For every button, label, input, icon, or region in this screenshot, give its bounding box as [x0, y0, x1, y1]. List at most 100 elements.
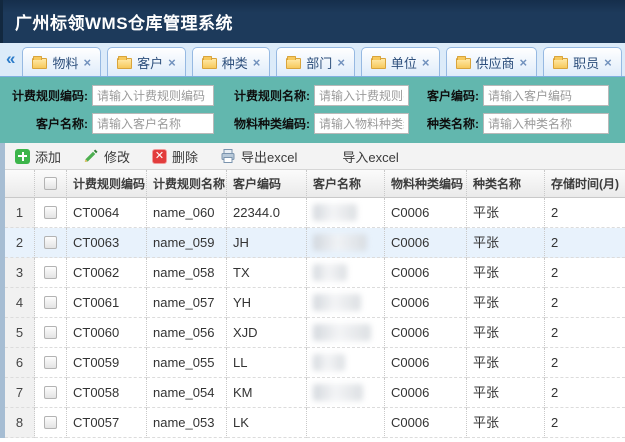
cell-billing-rule-name: name_055: [147, 348, 227, 378]
header-row-number: [5, 170, 35, 198]
cell-customer-name-redacted: [307, 198, 385, 228]
table-row[interactable]: 3 CT0062 name_058 TX C0006 平张 2: [5, 258, 625, 288]
cell-material-category-code: C0006: [385, 348, 467, 378]
cell-category-name: 平张: [467, 198, 545, 228]
grid-header-row: 计费规则编码 计费规则名称 客户编码 客户名称 物料种类编码 种类名称 存储时间…: [5, 170, 625, 198]
filter-label: 种类名称:: [417, 115, 483, 132]
cell-billing-rule-name: name_053: [147, 408, 227, 438]
row-number: 3: [5, 258, 35, 288]
table-row-selected[interactable]: 2 CT0063 name_059 JH C0006 平张 2: [5, 228, 625, 258]
customer-name-input[interactable]: [92, 113, 214, 134]
cell-storage-months: 2: [545, 228, 625, 258]
cell-billing-rule-name: name_054: [147, 378, 227, 408]
filter-customer-code: 客户编码:: [417, 85, 609, 106]
row-checkbox-cell: [35, 408, 67, 438]
tab-categories[interactable]: 种类 ×: [192, 47, 271, 76]
redacted-blur: [313, 204, 357, 221]
tab-staff[interactable]: 职员 ×: [543, 47, 622, 76]
cell-billing-rule-code: CT0063: [67, 228, 147, 258]
select-all-checkbox[interactable]: [44, 177, 57, 190]
cell-billing-rule-code: CT0059: [67, 348, 147, 378]
delete-button[interactable]: ✕ 删除: [152, 147, 198, 166]
collapse-tabs-icon[interactable]: «: [4, 44, 19, 76]
import-excel-button[interactable]: 导入excel: [337, 147, 398, 166]
row-checkbox-cell: [35, 198, 67, 228]
category-name-input[interactable]: [483, 113, 609, 134]
add-button[interactable]: 添加: [15, 147, 61, 166]
filter-label: 客户名称:: [6, 115, 92, 132]
row-checkbox[interactable]: [44, 236, 57, 249]
header-material-category-code[interactable]: 物料种类编码: [385, 170, 467, 198]
close-tab-icon[interactable]: ×: [422, 55, 430, 70]
cell-customer-name-redacted: [307, 258, 385, 288]
cell-customer-code: JH: [227, 228, 307, 258]
tab-units[interactable]: 单位 ×: [361, 47, 440, 76]
tab-departments[interactable]: 部门 ×: [276, 47, 355, 76]
row-checkbox[interactable]: [44, 356, 57, 369]
tab-materials[interactable]: 物料 ×: [22, 47, 101, 76]
header-customer-code[interactable]: 客户编码: [227, 170, 307, 198]
close-tab-icon[interactable]: ×: [604, 55, 612, 70]
close-tab-icon[interactable]: ×: [520, 55, 528, 70]
close-tab-icon[interactable]: ×: [83, 55, 91, 70]
cell-category-name: 平张: [467, 288, 545, 318]
filter-category-name: 种类名称:: [417, 113, 609, 134]
cell-storage-months: 2: [545, 408, 625, 438]
header-billing-rule-name[interactable]: 计费规则名称: [147, 170, 227, 198]
table-row[interactable]: 6 CT0059 name_055 LL C0006 平张 2: [5, 348, 625, 378]
table-row[interactable]: 4 CT0061 name_057 YH C0006 平张 2: [5, 288, 625, 318]
cell-customer-name-redacted: [307, 318, 385, 348]
tab-customers[interactable]: 客户 ×: [107, 47, 186, 76]
row-checkbox-cell: [35, 348, 67, 378]
filter-row-2: 客户名称: 物料种类编码: 种类名称:: [6, 113, 619, 134]
redacted-blur: [313, 234, 367, 251]
cell-billing-rule-code: CT0062: [67, 258, 147, 288]
filter-label: 计费规则编码:: [6, 87, 92, 104]
table-row[interactable]: 7 CT0058 name_054 KM C0006 平张 2: [5, 378, 625, 408]
tab-label: 单位: [391, 53, 417, 72]
grid-panel: 添加 修改 ✕ 删除 导出excel: [0, 143, 625, 438]
tab-bar: « 物料 × 客户 × 种类 × 部门 × 单位 × 供应商: [0, 43, 625, 77]
redacted-blur: [313, 324, 371, 341]
header-category-name[interactable]: 种类名称: [467, 170, 545, 198]
filter-label: 计费规则名称:: [222, 87, 314, 104]
tab-suppliers[interactable]: 供应商 ×: [446, 47, 538, 76]
tab-label: 物料: [52, 53, 78, 72]
cell-customer-name-redacted: [307, 408, 385, 438]
redacted-blur: [313, 294, 361, 311]
cell-category-name: 平张: [467, 258, 545, 288]
row-checkbox[interactable]: [44, 386, 57, 399]
billing-rule-code-input[interactable]: [92, 85, 214, 106]
row-checkbox[interactable]: [44, 416, 57, 429]
close-tab-icon[interactable]: ×: [168, 55, 176, 70]
export-excel-button[interactable]: 导出excel: [220, 147, 297, 166]
header-storage-months[interactable]: 存储时间(月): [545, 170, 625, 198]
material-category-code-input[interactable]: [314, 113, 409, 134]
close-tab-icon[interactable]: ×: [253, 55, 261, 70]
row-checkbox[interactable]: [44, 266, 57, 279]
table-row[interactable]: 5 CT0060 name_056 XJD C0006 平张 2: [5, 318, 625, 348]
header-billing-rule-code[interactable]: 计费规则编码: [67, 170, 147, 198]
row-checkbox[interactable]: [44, 296, 57, 309]
filter-material-category-code: 物料种类编码:: [222, 113, 409, 134]
close-tab-icon[interactable]: ×: [337, 55, 345, 70]
cell-customer-name-redacted: [307, 378, 385, 408]
cell-billing-rule-name: name_059: [147, 228, 227, 258]
data-grid: 计费规则编码 计费规则名称 客户编码 客户名称 物料种类编码 种类名称 存储时间…: [5, 170, 625, 438]
row-number: 2: [5, 228, 35, 258]
edit-button-label: 修改: [104, 147, 130, 166]
row-checkbox[interactable]: [44, 206, 57, 219]
table-row[interactable]: 8 CT0057 name_053 LK C0006 平张 2: [5, 408, 625, 438]
cell-billing-rule-code: CT0057: [67, 408, 147, 438]
customer-code-input[interactable]: [483, 85, 609, 106]
pencil-icon: [83, 148, 99, 164]
header-customer-name[interactable]: 客户名称: [307, 170, 385, 198]
table-row[interactable]: 1 CT0064 name_060 22344.0 C0006 平张 2: [5, 198, 625, 228]
row-checkbox[interactable]: [44, 326, 57, 339]
row-checkbox-cell: [35, 288, 67, 318]
billing-rule-name-input[interactable]: [314, 85, 409, 106]
edit-button[interactable]: 修改: [83, 147, 130, 166]
redacted-blur: [313, 264, 347, 281]
tab-label: 客户: [137, 53, 163, 72]
tab-label: 部门: [306, 53, 332, 72]
